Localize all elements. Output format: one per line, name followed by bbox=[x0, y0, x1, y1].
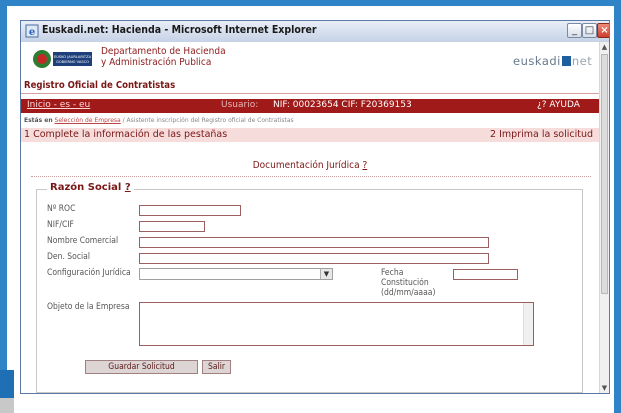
legend-text: Razón Social bbox=[50, 182, 122, 193]
den-social-label: Den. Social bbox=[47, 252, 90, 262]
close-button[interactable]: × bbox=[597, 23, 609, 38]
scroll-up-icon[interactable]: ▲ bbox=[600, 42, 609, 53]
textarea-scrollbar[interactable] bbox=[523, 303, 533, 345]
logo-text-line2: GOBIERNO VASCO bbox=[56, 60, 89, 64]
legend-help-link[interactable]: ? bbox=[125, 182, 131, 193]
page-frame-left bbox=[0, 0, 7, 413]
dept-line-2: y Administración Publica bbox=[101, 57, 212, 68]
configuracion-juridica-label: Configuración Jurídica bbox=[47, 268, 131, 278]
scroll-down-icon[interactable]: ▼ bbox=[600, 383, 609, 393]
fecha-label-line3: (dd/mm/aaaa) bbox=[381, 288, 436, 298]
page-content: EUSKO JAURLARITZA GOBIERNO VASCO Departa… bbox=[21, 42, 599, 393]
scrollbar-thumb[interactable] bbox=[601, 54, 608, 294]
site-header: EUSKO JAURLARITZA GOBIERNO VASCO Departa… bbox=[21, 42, 599, 78]
user-label: Usuario: bbox=[221, 100, 259, 110]
corner-decoration-gray bbox=[0, 398, 14, 413]
nombre-comercial-label: Nombre Comercial bbox=[47, 236, 119, 246]
browser-window: e Euskadi.net: Hacienda - Microsoft Inte… bbox=[20, 20, 610, 394]
euskadi-net-logo[interactable]: euskadi net bbox=[513, 54, 592, 68]
window-titlebar: e Euskadi.net: Hacienda - Microsoft Inte… bbox=[21, 21, 609, 43]
chevron-down-icon[interactable]: ▼ bbox=[320, 269, 332, 279]
gobierno-vasco-logo: EUSKO JAURLARITZA GOBIERNO VASCO bbox=[33, 50, 92, 68]
fecha-constitucion-field[interactable] bbox=[453, 269, 518, 280]
svg-text:e: e bbox=[29, 27, 35, 38]
navigation-bar: Inicio - es - eu Usuario: NIF: 00023654 … bbox=[21, 99, 599, 113]
salir-button[interactable]: Salir bbox=[202, 360, 231, 374]
fecha-label-line2: Constitución bbox=[381, 278, 429, 288]
section-heading: Documentación Jurídica ? bbox=[21, 160, 599, 171]
guardar-solicitud-button[interactable]: Guardar Solicitud bbox=[85, 360, 198, 374]
steps-bar: 1 Complete la información de las pestaña… bbox=[21, 128, 599, 142]
step-2: 2 Imprima la solicitud bbox=[490, 129, 593, 140]
brand-text-euskadi: euskadi bbox=[513, 54, 561, 68]
fecha-constitucion-label: Fecha Constitución (dd/mm/aaaa) bbox=[381, 268, 435, 298]
brand-square-icon bbox=[561, 56, 571, 66]
fecha-label-line1: Fecha bbox=[381, 268, 404, 278]
section-help-link[interactable]: ? bbox=[362, 160, 367, 171]
breadcrumb-rest: / Asistente inscripción del Registro ofi… bbox=[122, 117, 294, 124]
page-frame-top bbox=[0, 0, 621, 6]
page-title: Registro Oficial de Contratistas bbox=[21, 80, 599, 94]
divider bbox=[31, 176, 591, 177]
nav-links[interactable]: Inicio - es - eu bbox=[27, 100, 90, 110]
dept-line-1: Departamento de Hacienda bbox=[101, 46, 226, 57]
objeto-empresa-label: Objeto de la Empresa bbox=[47, 302, 130, 312]
help-link[interactable]: ¿? AYUDA bbox=[537, 100, 580, 110]
maximize-button[interactable]: □ bbox=[582, 23, 597, 38]
roc-field[interactable] bbox=[139, 205, 241, 216]
step-1: 1 Complete la información de las pestaña… bbox=[24, 129, 228, 140]
minimize-button[interactable]: _ bbox=[567, 23, 582, 38]
corner-decoration bbox=[0, 370, 14, 398]
user-value: NIF: 00023654 CIF: F20369153 bbox=[273, 100, 412, 110]
brand-text-net: net bbox=[571, 54, 593, 68]
section-heading-text: Documentación Jurídica bbox=[252, 160, 360, 171]
nif-field[interactable] bbox=[139, 221, 205, 232]
breadcrumb: Estás en Selección de Empresa / Asistent… bbox=[21, 117, 294, 124]
internet-explorer-icon: e bbox=[25, 24, 39, 38]
page-frame-right bbox=[614, 0, 621, 413]
configuracion-juridica-select[interactable]: ▼ bbox=[139, 268, 333, 280]
breadcrumb-prefix: Estás en bbox=[24, 117, 53, 124]
nombre-comercial-field[interactable] bbox=[139, 237, 489, 248]
den-social-field[interactable] bbox=[139, 253, 489, 264]
razon-social-legend: Razón Social ? bbox=[47, 182, 134, 193]
department-name: Departamento de Hacienda y Administració… bbox=[101, 46, 226, 68]
objeto-empresa-textarea[interactable] bbox=[139, 302, 534, 346]
breadcrumb-link[interactable]: Selección de Empresa bbox=[55, 117, 121, 124]
roc-label: Nº ROC bbox=[47, 204, 76, 214]
page-scrollbar[interactable]: ▲ ▼ bbox=[599, 42, 609, 393]
nif-label: NIF/CIF bbox=[47, 220, 74, 230]
window-title: Euskadi.net: Hacienda - Microsoft Intern… bbox=[42, 24, 317, 36]
logo-text-line1: EUSKO JAURLARITZA bbox=[54, 55, 92, 59]
